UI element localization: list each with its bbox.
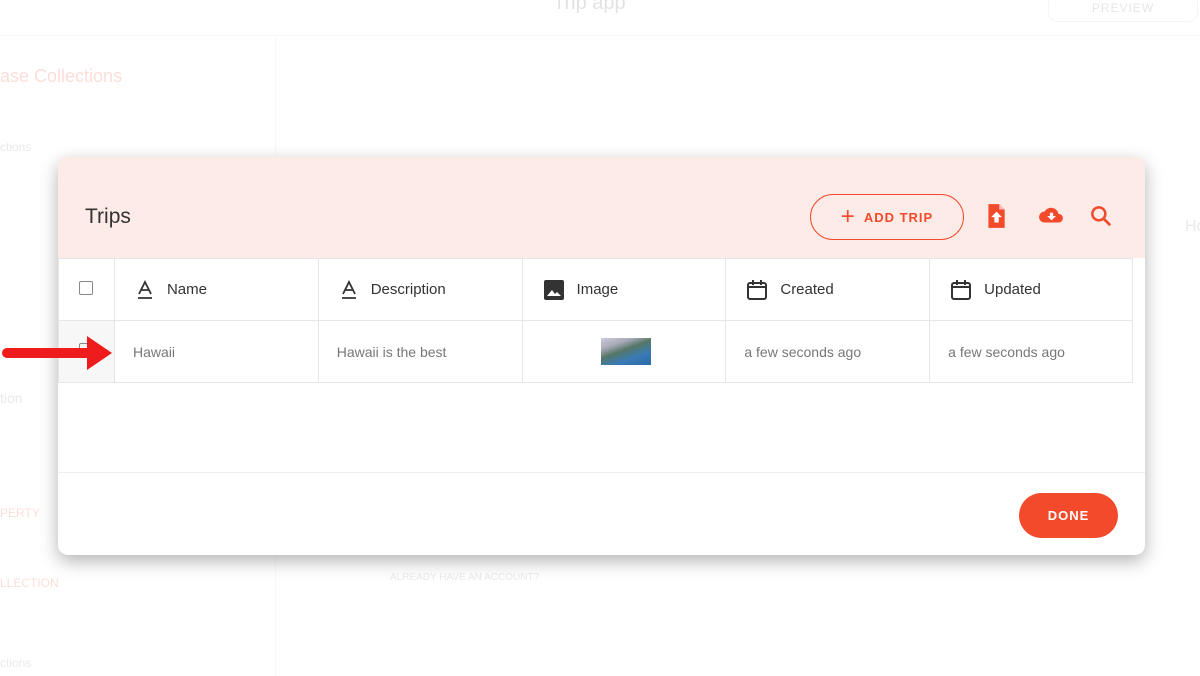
column-label: Created: [780, 281, 834, 298]
column-label: Image: [576, 281, 619, 298]
app-title: Trip app: [553, 0, 626, 14]
column-name[interactable]: Name: [113, 258, 319, 321]
column-description[interactable]: Description: [317, 258, 523, 321]
top-bar: Trip app PREVIEW: [0, 0, 1200, 36]
column-label: Updated: [984, 281, 1041, 298]
cloud-download-icon[interactable]: [1036, 203, 1066, 229]
preview-button[interactable]: PREVIEW: [1048, 0, 1198, 22]
trips-table: Name Description Image Created Updated H…: [58, 258, 1133, 383]
modal-header: Trips + ADD TRIP: [58, 157, 1145, 258]
column-label: Name: [166, 281, 207, 298]
cell-updated: a few seconds ago: [929, 320, 1133, 383]
search-icon[interactable]: [1088, 203, 1114, 229]
column-updated[interactable]: Updated: [929, 258, 1133, 321]
cell-created: a few seconds ago: [725, 320, 931, 383]
image-thumbnail: [600, 338, 651, 365]
add-trip-button[interactable]: + ADD TRIP: [810, 194, 964, 240]
sidebar-link[interactable]: PERTY: [0, 506, 40, 520]
plus-icon: +: [840, 203, 856, 230]
file-upload-icon[interactable]: [983, 203, 1009, 229]
sidebar-heading: ase Collections: [0, 66, 123, 86]
text-icon: [137, 279, 152, 299]
add-trip-label: ADD TRIP: [863, 209, 934, 225]
column-image[interactable]: Image: [521, 258, 727, 321]
sidebar-text: ctions: [0, 140, 32, 154]
calendar-icon: [951, 279, 972, 300]
modal-title: Trips: [85, 205, 131, 228]
trips-modal: Trips + ADD TRIP Name Description Image C…: [58, 157, 1145, 555]
sidebar-text: tion: [0, 390, 23, 406]
signin-text: ALREADY HAVE AN ACCOUNT?: [390, 572, 540, 583]
cell-description[interactable]: Hawaii is the best: [317, 320, 523, 383]
sidebar-link[interactable]: LLECTION: [0, 576, 59, 590]
done-button[interactable]: DONE: [1019, 493, 1118, 538]
right-label: Ho: [1185, 218, 1200, 235]
text-icon: [341, 279, 356, 299]
red-arrow-annotation: [2, 336, 112, 370]
cell-image[interactable]: [521, 320, 727, 383]
calendar-icon: [747, 279, 768, 300]
select-all-checkbox[interactable]: [79, 280, 93, 295]
sidebar-text: ctions: [0, 656, 32, 670]
column-label: Description: [370, 281, 446, 298]
table-row[interactable]: Hawaii Hawaii is the best a few seconds …: [58, 320, 1133, 383]
modal-footer: DONE: [58, 472, 1145, 555]
cell-name[interactable]: Hawaii: [113, 320, 319, 383]
image-icon: [543, 279, 564, 300]
table-header-row: Name Description Image Created Updated: [58, 258, 1133, 321]
column-created[interactable]: Created: [725, 258, 931, 321]
